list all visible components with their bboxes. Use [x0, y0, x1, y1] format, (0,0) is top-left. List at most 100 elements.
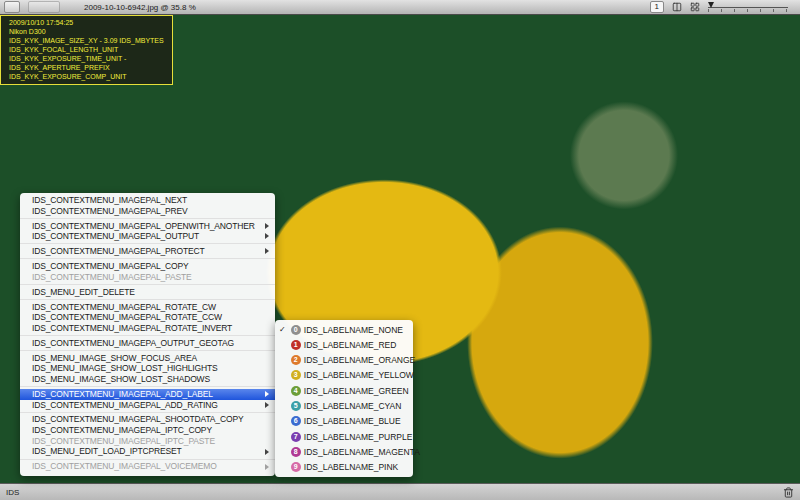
menu-item-label: IDS_CONTEXTMENU_IMAGEPAL_ROTATE_CW: [32, 302, 255, 313]
submenu-arrow-icon: [265, 449, 269, 455]
submenu-arrow-icon: [265, 464, 269, 470]
menu-item[interactable]: IDS_CONTEXTMENU_IMAGEPAL_ROTATE_INVERT: [20, 323, 275, 334]
menu-item[interactable]: IDS_MENU_EDIT_LOAD_IPTCPRESET: [20, 446, 275, 457]
label-name: IDS_LABELNAME_MAGENTA: [304, 447, 420, 457]
check-icon: ✓: [279, 325, 288, 334]
menu-item[interactable]: IDS_CONTEXTMENU_IMAGEPAL_ROTATE_CCW: [20, 312, 275, 323]
menu-item[interactable]: IDS_CONTEXTMENU_IMAGEPAL_PREV: [20, 206, 275, 217]
menu-item-label: IDS_CONTEXTMENU_IMAGEPAL_IPTC_COPY: [32, 425, 255, 436]
window-title: 2009-10-10-6942.jpg @ 35.8 %: [84, 3, 196, 12]
menu-item[interactable]: IDS_CONTEXTMENU_IMAGEPAL_ADD_LABEL✓0IDS_…: [20, 389, 275, 400]
zoom-slider[interactable]: [708, 2, 788, 12]
status-bar: IDS: [0, 483, 800, 500]
browser-button[interactable]: [28, 1, 60, 13]
toolbar: 2009-10-10-6942.jpg @ 35.8 % 1: [0, 0, 800, 15]
menu-item-label: IDS_CONTEXTMENU_IMAGEPAL_OPENWITH_ANOTHE…: [32, 221, 255, 232]
menu-item-label: IDS_CONTEXTMENU_IMAGEPAL_ADD_RATING: [32, 400, 255, 411]
menu-item-label: IDS_CONTEXTMENU_IMAGEPAL_PREV: [32, 206, 255, 217]
submenu-arrow-icon: [265, 233, 269, 239]
menu-item-label: IDS_CONTEXTMENU_IMAGEPAL_ROTATE_CCW: [32, 312, 255, 323]
label-color-icon: 5: [291, 401, 301, 411]
label-menu-item[interactable]: ✓5IDS_LABELNAME_CYAN: [275, 398, 413, 413]
menu-item[interactable]: IDS_CONTEXTMENU_IMAGEPAL_SHOOTDATA_COPY: [20, 414, 275, 425]
menu-item-label: IDS_CONTEXTMENU_IMAGEPAL_NEXT: [32, 195, 255, 206]
label-name: IDS_LABELNAME_PURPLE: [304, 432, 413, 442]
menu-item[interactable]: IDS_CONTEXTMENU_IMAGEPAL_NEXT: [20, 195, 275, 206]
context-menu: IDS_CONTEXTMENU_IMAGEPAL_NEXTIDS_CONTEXT…: [20, 193, 275, 476]
label-menu-item[interactable]: ✓6IDS_LABELNAME_BLUE: [275, 414, 413, 429]
menu-item[interactable]: IDS_CONTEXTMENU_IMAGEPAL_ADD_RATING: [20, 400, 275, 411]
label-menu-item[interactable]: ✓0IDS_LABELNAME_NONE: [275, 322, 413, 337]
menu-item-label: IDS_CONTEXTMENU_IMAGEPAL_ROTATE_INVERT: [32, 323, 255, 334]
menu-item-label: IDS_CONTEXTMENU_IMAGEPAL_COPY: [32, 261, 255, 272]
menu-item[interactable]: IDS_CONTEXTMENU_IMAGEPAL_COPY: [20, 261, 275, 272]
trash-icon[interactable]: [783, 487, 794, 498]
label-name: IDS_LABELNAME_CYAN: [304, 401, 402, 411]
label-name: IDS_LABELNAME_PINK: [304, 462, 398, 472]
menu-separator: [20, 350, 275, 351]
menu-button[interactable]: [4, 1, 20, 13]
label-color-icon: 1: [291, 340, 301, 350]
menu-separator: [20, 335, 275, 336]
menu-separator: [20, 284, 275, 285]
info-line: 2009/10/10 17:54:25: [9, 18, 164, 27]
label-color-icon: 9: [291, 462, 301, 472]
menu-item[interactable]: IDS_CONTEXTMENU_IMAGEPAL_ROTATE_CW: [20, 302, 275, 313]
label-color-icon: 2: [291, 355, 301, 365]
menu-item-label: IDS_CONTEXTMENU_IMAGEPAL_PASTE: [32, 272, 255, 283]
menu-separator: [20, 459, 275, 460]
two-page-icon[interactable]: [672, 2, 682, 12]
menu-item[interactable]: IDS_CONTEXTMENU_IMAGEPAL_OUTPUT: [20, 231, 275, 242]
menu-item[interactable]: IDS_MENU_IMAGE_SHOW_LOST_SHADOWS: [20, 374, 275, 385]
label-name: IDS_LABELNAME_GREEN: [304, 386, 409, 396]
menu-separator: [20, 218, 275, 219]
label-name: IDS_LABELNAME_ORANGE: [304, 355, 415, 365]
label-color-icon: 6: [291, 416, 301, 426]
menu-separator: [20, 412, 275, 413]
info-line: IDS_KYK_EXPOSURE_TIME_UNIT -: [9, 54, 164, 63]
menu-item[interactable]: IDS_CONTEXTMENU_IMAGEPAL_PASTE: [20, 272, 275, 283]
label-menu-item[interactable]: ✓2IDS_LABELNAME_ORANGE: [275, 353, 413, 368]
viewer-window: 2009-10-10-6942.jpg @ 35.8 % 1 2009/10/10 …: [0, 0, 800, 500]
menu-item[interactable]: IDS_MENU_EDIT_DELETE: [20, 287, 275, 298]
zoom-thumb-icon[interactable]: [708, 2, 714, 8]
label-color-icon: 7: [291, 432, 301, 442]
submenu-arrow-icon: [265, 402, 269, 408]
submenu-arrow-icon: [265, 248, 269, 254]
label-menu-item[interactable]: ✓8IDS_LABELNAME_MAGENTA: [275, 444, 413, 459]
menu-separator: [20, 258, 275, 259]
menu-item-label: IDS_CONTEXTMENU_IMAGEPAL_ADD_LABEL: [32, 389, 255, 400]
label-menu-item[interactable]: ✓4IDS_LABELNAME_GREEN: [275, 383, 413, 398]
menu-item-label: IDS_CONTEXTMENU_IMAGEPAL_SHOOTDATA_COPY: [32, 414, 255, 425]
menu-item-label: IDS_MENU_IMAGE_SHOW_LOST_HIGHLIGHTS: [32, 363, 255, 374]
menu-item-label: IDS_CONTEXTMENU_IMAGEPAL_IPTC_PASTE: [32, 436, 255, 447]
menu-item[interactable]: IDS_MENU_IMAGE_SHOW_FOCUS_AREA: [20, 353, 275, 364]
status-text: IDS: [6, 488, 19, 497]
menu-item[interactable]: IDS_CONTEXTMENU_IMAGEPAL_VOICEMEMO: [20, 461, 275, 472]
menu-separator: [20, 386, 275, 387]
menu-item[interactable]: IDS_MENU_IMAGE_SHOW_LOST_HIGHLIGHTS: [20, 363, 275, 374]
label-menu-item[interactable]: ✓9IDS_LABELNAME_PINK: [275, 460, 413, 475]
menu-item[interactable]: IDS_CONTEXTMENU_IMAGEPAL_IPTC_PASTE: [20, 436, 275, 447]
label-menu-item[interactable]: ✓1IDS_LABELNAME_RED: [275, 337, 413, 352]
menu-item[interactable]: IDS_CONTEXTMENU_IMAGEPAL_IPTC_COPY: [20, 425, 275, 436]
menu-item-label: IDS_CONTEXTMENU_IMAGEPAL_VOICEMEMO: [32, 461, 255, 472]
menu-separator: [20, 299, 275, 300]
label-menu-item[interactable]: ✓7IDS_LABELNAME_PURPLE: [275, 429, 413, 444]
single-page-button[interactable]: 1: [650, 1, 664, 13]
menu-item-label: IDS_CONTEXTMENU_IMAGEPAL_OUTPUT: [32, 231, 255, 242]
menu-item[interactable]: IDS_CONTEXTMENU_IMAGEPA_OUTPUT_GEOTAG: [20, 338, 275, 349]
info-line: Nikon D300: [9, 27, 164, 36]
info-line: IDS_KYK_EXPOSURE_COMP_UNIT: [9, 72, 164, 81]
menu-item[interactable]: IDS_CONTEXTMENU_IMAGEPAL_OPENWITH_ANOTHE…: [20, 221, 275, 232]
label-menu-item[interactable]: ✓3IDS_LABELNAME_YELLOW: [275, 368, 413, 383]
menu-item-label: IDS_MENU_IMAGE_SHOW_LOST_SHADOWS: [32, 374, 255, 385]
zoom-track: [708, 7, 788, 8]
grid-icon[interactable]: [690, 2, 700, 12]
menu-item[interactable]: IDS_CONTEXTMENU_IMAGEPAL_PROTECT: [20, 246, 275, 257]
menu-item-label: IDS_MENU_EDIT_LOAD_IPTCPRESET: [32, 446, 255, 457]
menu-separator: [20, 243, 275, 244]
info-line: IDS_KYK_FOCAL_LENGTH_UNIT: [9, 45, 164, 54]
menu-item-label: IDS_MENU_EDIT_DELETE: [32, 287, 255, 298]
label-color-icon: 3: [291, 370, 301, 380]
